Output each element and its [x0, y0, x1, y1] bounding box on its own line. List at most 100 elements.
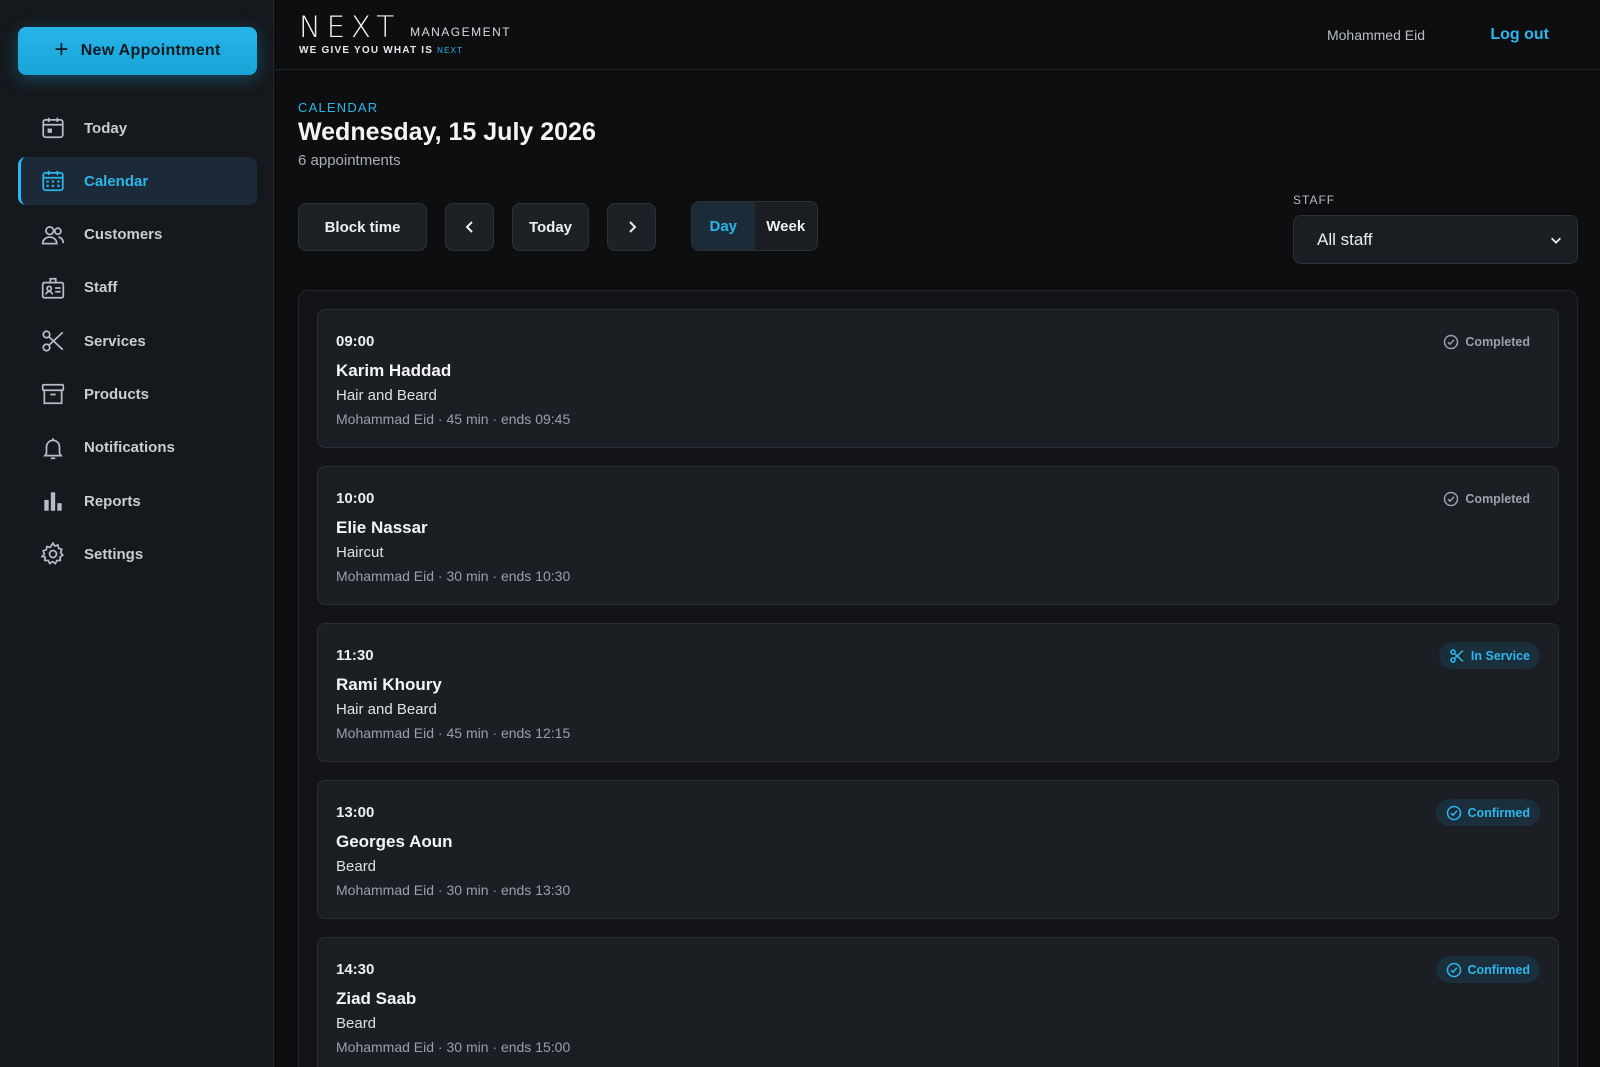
today-label: Today: [528, 218, 573, 236]
check-circle-icon: [1444, 491, 1459, 506]
calendar-grid-icon: [42, 171, 64, 192]
sidebar-item-reports[interactable]: Reports: [18, 477, 257, 525]
status-badge: Completed: [1433, 485, 1540, 512]
logo-tagline-accent: NEXT: [437, 46, 464, 55]
page-title: Wednesday, 15 July 2026: [298, 118, 596, 146]
check-circle-icon: [1446, 805, 1461, 820]
gear-icon: [40, 541, 65, 566]
chevron-right-icon: [628, 221, 636, 233]
appointment-customer: Georges Aoun: [336, 832, 453, 851]
calendar-day-icon: [42, 117, 64, 139]
chevron-left-icon: [465, 221, 473, 233]
appointment-service: Beard: [336, 858, 377, 875]
status-label: Confirmed: [1467, 805, 1531, 820]
appointment-meta: Mohammad Eid · 30 min · ends 13:30: [336, 882, 571, 898]
staff-badge-icon: [41, 277, 65, 299]
appointment-customer: Karim Haddad: [336, 361, 452, 380]
new-appointment-button[interactable]: + New Appointment: [18, 27, 257, 75]
sidebar-item-staff[interactable]: Staff: [18, 264, 257, 312]
sidebar-item-customers[interactable]: Customers: [18, 211, 257, 259]
scissors-icon: [42, 330, 64, 352]
appointment-card[interactable]: 10:00 Elie Nassar Haircut Mohammad Eid ·…: [317, 466, 1559, 605]
sidebar-item-notifications[interactable]: Notifications: [18, 424, 257, 472]
appointment-customer: Rami Khoury: [336, 675, 442, 694]
status-label: In Service: [1470, 648, 1530, 663]
appointment-card[interactable]: 09:00 Karim Haddad Hair and Beard Mohamm…: [317, 309, 1559, 448]
bell-icon: [43, 438, 63, 459]
appointment-time: 09:00: [336, 333, 375, 350]
status-badge: Confirmed: [1435, 956, 1540, 983]
appointment-customer: Ziad Saab: [336, 989, 417, 1008]
check-circle-icon: [1446, 962, 1461, 977]
sidebar-item-label: Services: [84, 332, 146, 350]
new-appointment-label: New Appointment: [80, 42, 221, 59]
logo-subtitle: MANAGEMENT: [410, 25, 512, 39]
appointment-time: 11:30: [336, 647, 374, 664]
appointment-meta: Mohammad Eid · 45 min · ends 12:15: [336, 725, 571, 741]
top-bar: NEXT MANAGEMENT WE GIVE YOU WHAT IS NEXT …: [275, 0, 1600, 70]
appointment-customer: Elie Nassar: [336, 518, 428, 537]
next-day-button[interactable]: [607, 203, 656, 251]
appointment-card[interactable]: 14:30 Ziad Saab Beard Mohammad Eid · 30 …: [317, 937, 1559, 1067]
status-badge: Confirmed: [1435, 799, 1540, 826]
sidebar-item-label: Products: [84, 385, 150, 403]
appointment-count: 6 appointments: [298, 152, 401, 169]
status-label: Completed: [1465, 334, 1530, 349]
appointment-meta: Mohammad Eid · 45 min · ends 09:45: [336, 411, 571, 427]
staff-filter-select[interactable]: All staff: [1293, 215, 1578, 264]
today-button[interactable]: Today: [512, 203, 589, 251]
plus-icon: +: [54, 36, 69, 63]
logo-tagline-text: WE GIVE YOU WHAT IS: [299, 45, 434, 56]
sidebar-item-label: Today: [84, 119, 128, 137]
sidebar-item-label: Customers: [84, 226, 163, 244]
view-toggle: Day Week: [691, 201, 818, 251]
block-time-label: Block time: [324, 218, 401, 236]
sidebar-item-label: Staff: [84, 279, 118, 297]
brand-logo[interactable]: NEXT MANAGEMENT WE GIVE YOU WHAT IS NEXT: [299, 12, 511, 56]
archive-box-icon: [41, 384, 65, 405]
appointment-service: Hair and Beard: [336, 701, 437, 718]
appointment-meta: Mohammad Eid · 30 min · ends 15:00: [336, 1039, 571, 1055]
check-circle-icon: [1444, 334, 1459, 349]
sidebar-nav: Today Calendar Customers Staff Services …: [18, 104, 257, 584]
users-icon: [41, 225, 65, 245]
sidebar-item-products[interactable]: Products: [18, 370, 257, 418]
staff-filter-label: STAFF: [1293, 193, 1336, 207]
appointment-list: 09:00 Karim Haddad Hair and Beard Mohamm…: [298, 290, 1578, 1067]
chevron-down-icon: [1551, 237, 1561, 244]
previous-day-button[interactable]: [445, 203, 494, 251]
sidebar: + New Appointment Today Calendar Custome…: [0, 0, 274, 1067]
sidebar-item-today[interactable]: Today: [18, 104, 257, 152]
sidebar-item-calendar[interactable]: Calendar: [18, 157, 257, 206]
scissors-icon: [1450, 648, 1464, 663]
appointment-card[interactable]: 13:00 Georges Aoun Beard Mohammad Eid · …: [317, 780, 1559, 919]
view-week-tab[interactable]: Week: [755, 202, 818, 250]
appointment-card[interactable]: 11:30 Rami Khoury Hair and Beard Mohamma…: [317, 623, 1559, 762]
view-day-tab[interactable]: Day: [692, 202, 755, 250]
status-badge: Completed: [1433, 328, 1540, 355]
status-label: Completed: [1465, 491, 1530, 506]
logo-tagline: WE GIVE YOU WHAT IS NEXT: [299, 45, 511, 56]
sidebar-item-label: Notifications: [84, 439, 175, 457]
sidebar-item-label: Reports: [84, 492, 141, 510]
appointment-meta: Mohammad Eid · 30 min · ends 10:30: [336, 568, 571, 584]
sidebar-item-settings[interactable]: Settings: [18, 530, 257, 578]
staff-filter-value: All staff: [1317, 229, 1373, 249]
logout-link[interactable]: Log out: [1490, 26, 1549, 44]
appointment-time: 10:00: [336, 490, 375, 507]
logo-wordmark: NEXT: [299, 10, 401, 44]
appointment-time: 14:30: [336, 961, 375, 978]
status-label: Confirmed: [1467, 962, 1531, 977]
status-badge: In Service: [1438, 642, 1540, 669]
appointment-service: Beard: [336, 1015, 377, 1032]
sidebar-item-label: Calendar: [84, 172, 149, 190]
appointment-service: Hair and Beard: [336, 387, 437, 404]
breadcrumb: CALENDAR: [298, 100, 379, 115]
current-user-name: Mohammed Eid: [1326, 27, 1425, 43]
sidebar-item-label: Settings: [84, 545, 144, 563]
appointment-time: 13:00: [336, 804, 375, 821]
block-time-button[interactable]: Block time: [298, 203, 427, 251]
sidebar-item-services[interactable]: Services: [18, 317, 257, 365]
appointment-service: Haircut: [336, 544, 384, 561]
bar-chart-icon: [44, 492, 62, 511]
